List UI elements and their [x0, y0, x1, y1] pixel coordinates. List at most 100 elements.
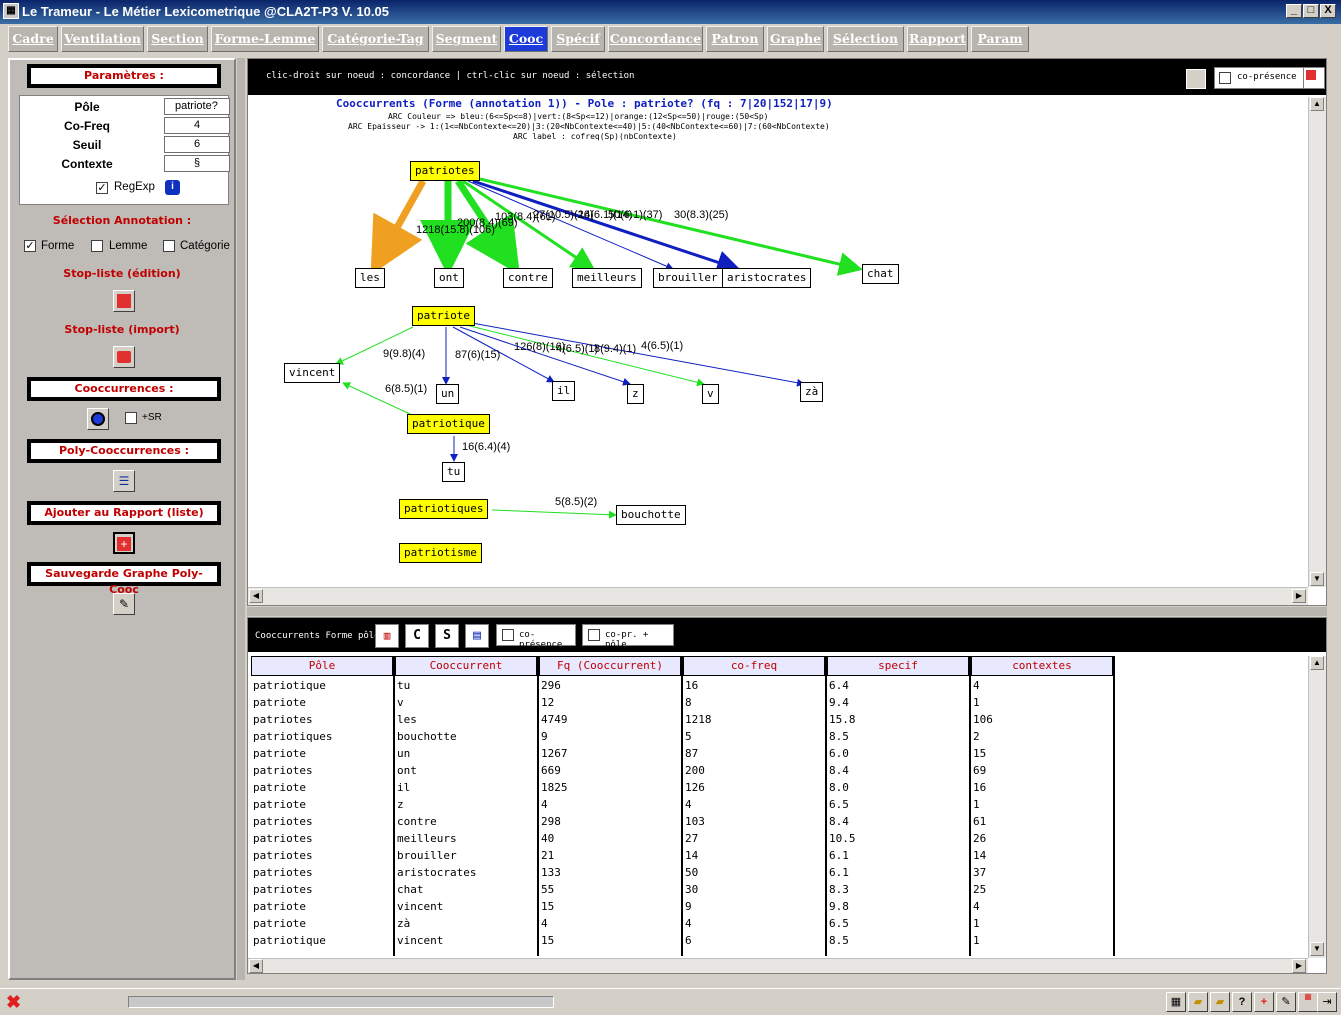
pole-input[interactable]: patriote? — [164, 98, 230, 115]
tab-forme-lemme[interactable]: Forme-Lemme — [211, 26, 319, 52]
horizontal-splitter[interactable] — [247, 607, 1327, 616]
graph-hscroll[interactable]: ◀ ▶ — [248, 587, 1308, 605]
seuil-input[interactable]: 6 — [164, 136, 230, 153]
lemme-checkbox[interactable] — [91, 240, 103, 252]
graph-node-bouchotte[interactable]: bouchotte — [616, 505, 686, 525]
table-scroll-right-arrow[interactable]: ▶ — [1292, 959, 1306, 973]
edge-patriotes-chat — [479, 177, 863, 276]
scroll-right-arrow[interactable]: ▶ — [1292, 589, 1306, 603]
plus-sr-checkbox[interactable] — [125, 412, 137, 424]
graph-node-aristocrates[interactable]: aristocrates — [722, 268, 812, 288]
graph-node-patriotiques[interactable]: patriotiques — [399, 499, 489, 519]
graph-panel: clic-droit sur noeud : concordance | ctr… — [247, 58, 1327, 606]
tab-selection[interactable]: Sélection — [827, 26, 904, 52]
table-copresence-checkbox[interactable] — [502, 629, 514, 641]
tab-segment[interactable]: Segment — [432, 26, 501, 52]
close-button[interactable]: X — [1320, 4, 1336, 18]
cell-cooccurrent: tu — [397, 679, 411, 692]
cofreq-input[interactable]: 4 — [164, 117, 230, 134]
tab-param[interactable]: Param — [971, 26, 1029, 52]
maximize-button[interactable]: □ — [1303, 4, 1319, 18]
scroll-down-arrow[interactable]: ▼ — [1310, 572, 1324, 586]
graph-node-patriotes[interactable]: patriotes — [410, 161, 480, 181]
cooc-run-button[interactable] — [87, 408, 109, 430]
column-header-cooccurrent[interactable]: Cooccurrent — [395, 656, 539, 676]
minimize-button[interactable]: _ — [1286, 4, 1302, 18]
graph-node-tu[interactable]: tu — [442, 462, 466, 482]
trameur-app-icon[interactable]: ▦ — [3, 3, 19, 19]
graph-node-patriotisme[interactable]: patriotisme — [399, 543, 482, 563]
column-header-pole[interactable]: Pôle — [251, 656, 395, 676]
scroll-left-arrow[interactable]: ◀ — [249, 589, 263, 603]
table-scroll-down-arrow[interactable]: ▼ — [1310, 942, 1324, 956]
table-copresence-toggle[interactable]: co-présence — [496, 624, 576, 650]
graph-node-z[interactable]: z — [627, 384, 644, 404]
chart-icon[interactable]: ▥ — [375, 624, 399, 648]
cell-pole: patriotes — [253, 713, 313, 726]
tab-categorie-tag[interactable]: Catégorie-Tag — [322, 26, 429, 52]
graph-node-za[interactable]: zà — [800, 382, 824, 402]
cell-pole: patriotes — [253, 764, 313, 777]
graph-node-contre[interactable]: contre — [503, 268, 553, 288]
specif-icon[interactable]: S — [435, 624, 459, 648]
graph-node-meilleurs[interactable]: meilleurs — [572, 268, 642, 288]
categorie-checkbox[interactable] — [163, 240, 175, 252]
tab-graphe[interactable]: Graphe — [767, 26, 824, 52]
scroll-up-arrow[interactable]: ▲ — [1310, 97, 1324, 111]
tab-concordance[interactable]: Concordance — [608, 26, 703, 52]
table-scroll-left-arrow[interactable]: ◀ — [249, 959, 263, 973]
contexte-input[interactable]: § — [164, 155, 230, 172]
concordance-icon[interactable]: C — [405, 624, 429, 648]
trameur-logo-icon[interactable]: ▦ — [1298, 992, 1318, 1012]
graph-node-patriote[interactable]: patriote — [412, 306, 475, 326]
red-x-icon[interactable]: ✖ — [6, 992, 21, 1012]
cell-cooccurrent: les — [397, 713, 417, 726]
graph-node-v[interactable]: v — [702, 384, 719, 404]
graph-node-ont[interactable]: ont — [434, 268, 464, 288]
open-folder-icon[interactable]: ▰ — [1188, 992, 1208, 1012]
save-graph-button[interactable]: ✎ — [113, 593, 135, 615]
sr-icon[interactable]: ▦ — [1166, 992, 1186, 1012]
save-graph-title: Sauvegarde Graphe Poly-Cooc — [27, 562, 221, 596]
poly-run-button[interactable]: ☰ — [113, 470, 135, 492]
edit-icon[interactable]: ✎ — [1276, 992, 1296, 1012]
tab-rapport[interactable]: Rapport — [907, 26, 968, 52]
forme-checkbox[interactable]: ✓ — [24, 240, 36, 252]
copr-pole-checkbox[interactable] — [588, 629, 600, 641]
graph-node-brouiller[interactable]: brouiller — [653, 268, 723, 288]
column-header-fq[interactable]: Fq (Cooccurrent) — [539, 656, 683, 676]
add-report-button[interactable]: + — [113, 532, 135, 554]
column-header-contextes[interactable]: contextes — [971, 656, 1115, 676]
table-grid-icon[interactable]: ▤ — [465, 624, 489, 648]
graph-node-il[interactable]: il — [552, 381, 576, 401]
vertical-splitter[interactable] — [237, 58, 245, 980]
tab-ventilation[interactable]: Ventilation — [61, 26, 144, 52]
table-vscroll[interactable]: ▲ ▼ — [1308, 656, 1326, 958]
exit-icon[interactable]: ⇥ — [1317, 992, 1337, 1012]
tab-patron[interactable]: Patron — [706, 26, 764, 52]
help-icon[interactable]: ? — [1232, 992, 1252, 1012]
graph-node-chat[interactable]: chat — [862, 264, 899, 284]
stoplist-import-button[interactable] — [113, 346, 135, 368]
graph-vscroll[interactable]: ▲ ▼ — [1308, 97, 1326, 587]
regexp-checkbox[interactable]: ✓ — [96, 182, 108, 194]
copr-pole-toggle[interactable]: co-pr. + pôle — [582, 624, 674, 650]
graph-node-vincent[interactable]: vincent — [284, 363, 341, 383]
info-icon[interactable]: i — [165, 180, 180, 195]
column-header-cofreq[interactable]: co-freq — [683, 656, 827, 676]
table-hscroll[interactable]: ◀ ▶ — [248, 958, 1308, 973]
graph-node-patriotique[interactable]: patriotique — [407, 414, 490, 434]
table-scroll-up-arrow[interactable]: ▲ — [1310, 656, 1324, 670]
graph-node-les[interactable]: les — [355, 268, 385, 288]
column-header-specif[interactable]: specif — [827, 656, 971, 676]
cell-pole: patriote — [253, 696, 306, 709]
graph-node-un[interactable]: un — [436, 384, 460, 404]
tab-section[interactable]: Section — [147, 26, 208, 52]
tab-cadre[interactable]: Cadre — [8, 26, 58, 52]
plus-report-icon[interactable]: + — [1254, 992, 1274, 1012]
stoplist-edit-button[interactable] — [113, 290, 135, 312]
cell-pole: patriotes — [253, 849, 313, 862]
tab-specif[interactable]: Spécif — [551, 26, 605, 52]
tab-cooc[interactable]: Cooc — [504, 26, 548, 52]
folder-icon[interactable]: ▰ — [1210, 992, 1230, 1012]
